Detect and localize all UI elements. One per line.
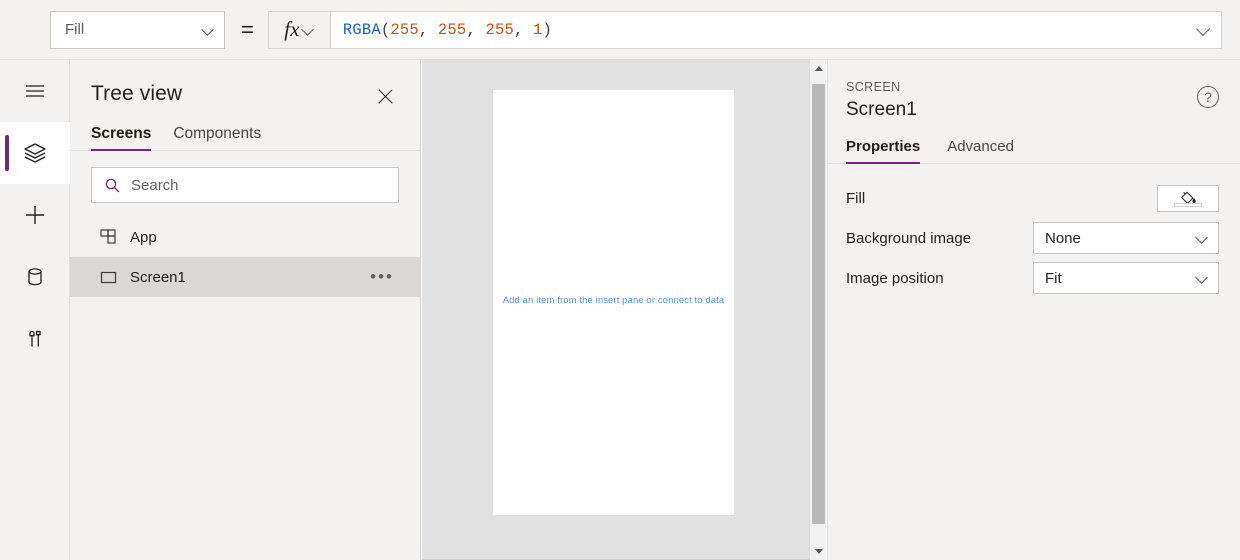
scrollbar-thumb[interactable] (812, 84, 825, 524)
tree-item-label: Screen1 (130, 268, 186, 286)
plus-icon (26, 206, 44, 224)
rail-item-data[interactable] (0, 246, 70, 308)
fx-label: fx (284, 17, 300, 41)
selected-control-type: SCREEN (846, 80, 901, 94)
tab-advanced[interactable]: Advanced (947, 138, 1014, 163)
image-position-dropdown[interactable]: Fit (1033, 262, 1219, 294)
selected-control-name: Screen1 (846, 99, 917, 120)
chevron-down-icon[interactable] (1197, 23, 1211, 37)
tree-item-app[interactable]: App (70, 217, 420, 257)
formula-arg-2: 255 (485, 20, 514, 39)
layers-icon (24, 143, 46, 163)
formula-input[interactable]: RGBA(255, 255, 255, 1) (329, 10, 1222, 49)
property-row-fill: Fill (828, 178, 1240, 218)
formula-arg-0: 255 (390, 20, 419, 39)
dropdown-value: None (1045, 229, 1081, 247)
property-label: Fill (846, 189, 866, 207)
tree-item-screen1[interactable]: Screen1 ••• (70, 257, 420, 297)
tree-item-list: App Screen1 ••• (70, 217, 420, 297)
fx-function-button[interactable]: fx (267, 10, 330, 49)
dropdown-value: Fit (1045, 269, 1062, 287)
chevron-down-icon (302, 24, 314, 36)
rail-item-tree-view[interactable] (0, 122, 70, 184)
search-input[interactable]: Search (91, 167, 399, 203)
tree-view-header: Tree view (70, 60, 420, 109)
triangle-down-icon (814, 549, 823, 554)
properties-body: Fill Background image None Image positio… (828, 164, 1240, 298)
rail-item-hamburger-menu[interactable] (0, 60, 70, 122)
tree-item-more-button[interactable]: ••• (370, 268, 394, 285)
tree-view-tabs: Screens Components (70, 109, 420, 151)
formula-arg-1: 255 (437, 20, 467, 39)
powerapps-studio: Fill = fx RGBA(255, 255, 255, 1) Tree vi… (0, 0, 1240, 560)
chevron-down-icon (202, 24, 214, 36)
fill-color-swatch (1174, 202, 1202, 207)
formula-close-paren: ) (542, 20, 553, 39)
rail-item-insert[interactable] (0, 184, 70, 246)
app-screen-canvas[interactable]: Add an item from the insert pane or conn… (493, 90, 734, 515)
tree-view-title: Tree view (91, 82, 183, 105)
formula-arg-3: 1 (532, 20, 543, 39)
question-circle-icon[interactable]: ? (1197, 86, 1219, 108)
property-label: Background image (846, 229, 972, 247)
scroll-up-button[interactable] (810, 60, 827, 77)
canvas-area: Add an item from the insert pane or conn… (422, 60, 826, 560)
equals-sign: = (241, 16, 254, 42)
left-icon-rail (0, 60, 70, 560)
triangle-up-icon (814, 66, 823, 71)
properties-panel: SCREEN Screen1 ? Properties Advanced Fil… (827, 60, 1240, 560)
property-selector-dropdown[interactable]: Fill (50, 10, 225, 49)
property-label: Image position (846, 269, 944, 287)
formula-bar: Fill = fx RGBA(255, 255, 255, 1) (0, 0, 1240, 60)
tree-view-panel: Tree view Screens Components Search App … (70, 60, 421, 560)
background-image-dropdown[interactable]: None (1033, 222, 1219, 254)
formula-function-name: RGBA (342, 20, 381, 39)
tab-properties[interactable]: Properties (846, 138, 921, 164)
rail-item-settings-tools[interactable] (0, 308, 70, 370)
hamburger-icon (26, 85, 44, 97)
tab-screens[interactable]: Screens (91, 125, 152, 151)
search-icon (105, 178, 120, 192)
scroll-down-button[interactable] (810, 543, 827, 560)
chevron-down-icon (1196, 272, 1208, 284)
canvas-empty-hint[interactable]: Add an item from the insert pane or conn… (493, 295, 734, 306)
formula-open-paren: ( (380, 20, 391, 39)
search-placeholder: Search (131, 176, 179, 194)
fill-color-button[interactable] (1157, 184, 1219, 212)
properties-header: SCREEN Screen1 ? (828, 60, 1240, 121)
tree-item-label: App (130, 228, 157, 246)
app-grid-icon (100, 228, 116, 244)
screen-rect-icon (100, 271, 117, 283)
property-row-image-position: Image position Fit (828, 258, 1240, 298)
property-row-background-image: Background image None (828, 218, 1240, 258)
tab-components[interactable]: Components (173, 125, 261, 150)
chevron-down-icon (1196, 232, 1208, 244)
tools-icon (29, 330, 41, 347)
close-icon[interactable] (374, 85, 398, 109)
property-selector-value: Fill (65, 21, 85, 38)
database-icon (28, 268, 42, 286)
properties-tabs: Properties Advanced (828, 121, 1240, 164)
canvas-scrollbar[interactable] (809, 60, 826, 560)
